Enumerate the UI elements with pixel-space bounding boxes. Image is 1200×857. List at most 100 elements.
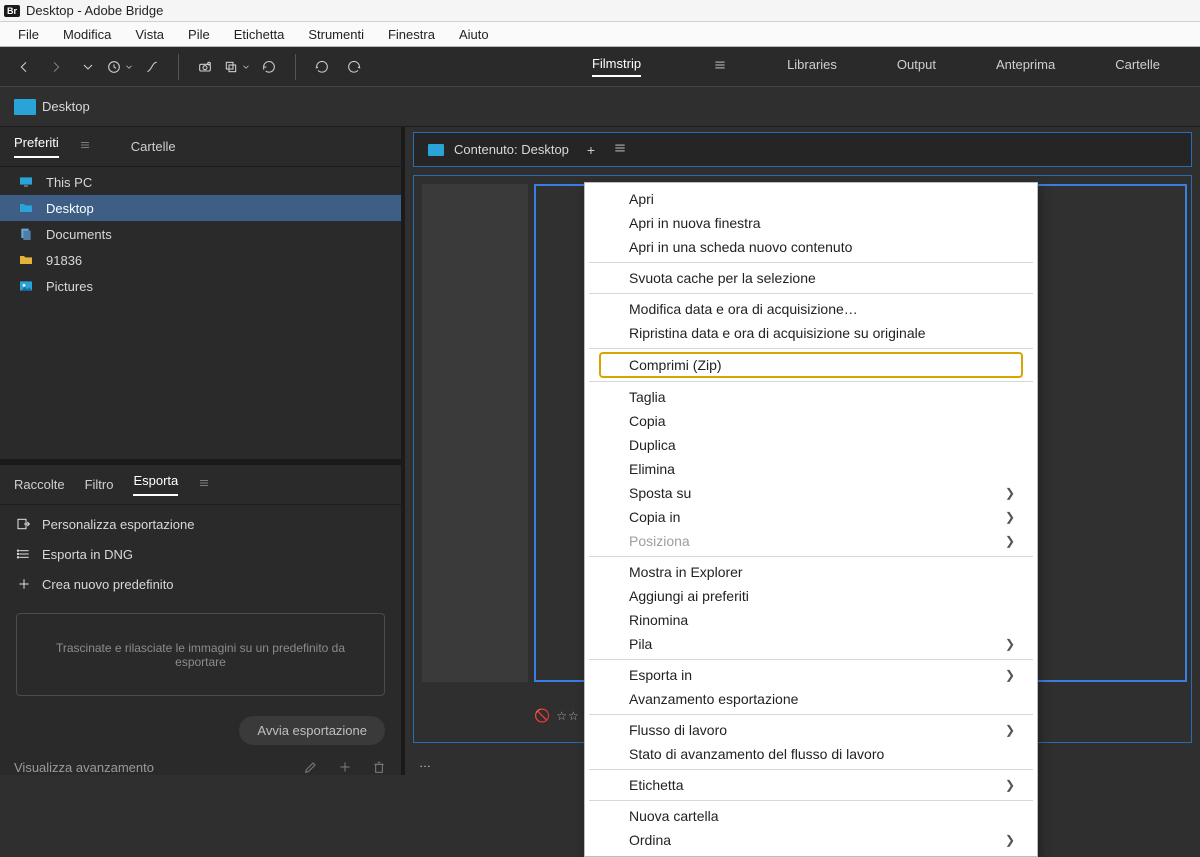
cm-avanzamento-export[interactable]: Avanzamento esportazione xyxy=(585,687,1037,711)
documents-icon xyxy=(16,226,36,242)
menu-modifica[interactable]: Modifica xyxy=(51,24,123,45)
window-title: Desktop - Adobe Bridge xyxy=(26,3,163,18)
content-menu-icon[interactable] xyxy=(613,141,627,158)
view-progress-link[interactable]: Visualizza avanzamento xyxy=(14,760,154,775)
export-new-preset[interactable]: Crea nuovo predefinito xyxy=(0,569,401,599)
recent-dropdown[interactable] xyxy=(106,53,134,81)
add-tab-button[interactable]: + xyxy=(587,142,595,158)
favorites-item-documents[interactable]: Documents xyxy=(0,221,401,247)
favorites-panel-tabs: Preferiti Cartelle xyxy=(0,127,401,167)
cm-rinomina[interactable]: Rinomina xyxy=(585,608,1037,632)
favorites-item-91836[interactable]: 91836 xyxy=(0,247,401,273)
cm-sposta-su[interactable]: Sposta su❯ xyxy=(585,481,1037,505)
favorites-panel: Preferiti Cartelle This PC Desktop Docum… xyxy=(0,127,401,459)
pencil-icon[interactable] xyxy=(303,759,319,775)
workspace-anteprima[interactable]: Anteprima xyxy=(996,57,1055,76)
cm-separator xyxy=(589,556,1033,557)
panel-menu-icon[interactable] xyxy=(79,139,91,154)
cm-copia[interactable]: Copia xyxy=(585,409,1037,433)
monitor-icon xyxy=(16,174,36,190)
favorites-item-desktop[interactable]: Desktop xyxy=(0,195,401,221)
cm-taglia[interactable]: Taglia xyxy=(585,385,1037,409)
boomerang-button[interactable] xyxy=(138,53,166,81)
refresh-button[interactable] xyxy=(255,53,283,81)
favorites-item-this-pc[interactable]: This PC xyxy=(0,169,401,195)
cm-elimina[interactable]: Elimina xyxy=(585,457,1037,481)
export-dng[interactable]: Esporta in DNG xyxy=(0,539,401,569)
workspace-menu-icon[interactable] xyxy=(713,58,727,75)
cm-duplica[interactable]: Duplica xyxy=(585,433,1037,457)
menu-file[interactable]: File xyxy=(6,24,51,45)
menu-pile[interactable]: Pile xyxy=(176,24,222,45)
cm-mostra-explorer[interactable]: Mostra in Explorer xyxy=(585,560,1037,584)
start-export-button[interactable]: Avvia esportazione xyxy=(239,716,385,745)
menu-aiuto[interactable]: Aiuto xyxy=(447,24,501,45)
tab-filtro[interactable]: Filtro xyxy=(85,477,114,492)
star-rating[interactable]: ☆☆ xyxy=(556,709,580,723)
workspace-cartelle[interactable]: Cartelle xyxy=(1115,57,1160,76)
tab-esporta[interactable]: Esporta xyxy=(133,473,178,496)
cm-separator xyxy=(589,348,1033,349)
cm-comprimi-zip[interactable]: Comprimi (Zip) xyxy=(599,352,1023,378)
cm-ordina[interactable]: Ordina❯ xyxy=(585,828,1037,852)
workspace-filmstrip[interactable]: Filmstrip xyxy=(592,56,641,77)
chevron-right-icon: ❯ xyxy=(1005,483,1015,503)
thumbnail-strip[interactable] xyxy=(422,184,528,682)
tab-preferiti[interactable]: Preferiti xyxy=(14,135,59,158)
cm-ripristina-data[interactable]: Ripristina data e ora di acquisizione su… xyxy=(585,321,1037,345)
rotate-cw-button[interactable] xyxy=(340,53,368,81)
plus-icon[interactable] xyxy=(337,759,353,775)
cm-modifica-data[interactable]: Modifica data e ora di acquisizione… xyxy=(585,297,1037,321)
workspace-output[interactable]: Output xyxy=(897,57,936,76)
cm-flusso-lavoro[interactable]: Flusso di lavoro❯ xyxy=(585,718,1037,742)
tab-raccolte[interactable]: Raccolte xyxy=(14,477,65,492)
folder-yellow-icon xyxy=(16,252,36,268)
favorites-item-pictures[interactable]: Pictures xyxy=(0,273,401,299)
cm-apri-nuova-finestra[interactable]: Apri in nuova finestra xyxy=(585,211,1037,235)
rotate-ccw-button[interactable] xyxy=(308,53,336,81)
nav-up-dropdown[interactable] xyxy=(74,53,102,81)
import-camera-button[interactable] xyxy=(191,53,219,81)
nav-forward-button[interactable] xyxy=(42,53,70,81)
cm-stato-flusso[interactable]: Stato di avanzamento del flusso di lavor… xyxy=(585,742,1037,766)
titlebar: Br Desktop - Adobe Bridge xyxy=(0,0,1200,22)
chevron-right-icon: ❯ xyxy=(1005,531,1015,551)
menu-vista[interactable]: Vista xyxy=(123,24,176,45)
export-customize[interactable]: Personalizza esportazione xyxy=(0,509,401,539)
tab-cartelle[interactable]: Cartelle xyxy=(131,139,176,154)
chevron-right-icon: ❯ xyxy=(1005,775,1015,795)
export-panel-tabs: Raccolte Filtro Esporta xyxy=(0,465,401,505)
cm-svuota-cache[interactable]: Svuota cache per la selezione xyxy=(585,266,1037,290)
trash-icon[interactable] xyxy=(371,759,387,775)
export-panel: Raccolte Filtro Esporta Personalizza esp… xyxy=(0,465,401,775)
left-column: Preferiti Cartelle This PC Desktop Docum… xyxy=(0,127,405,775)
nav-back-button[interactable] xyxy=(10,53,38,81)
favorites-item-label: This PC xyxy=(46,175,92,190)
path-label: Desktop xyxy=(42,99,90,114)
cm-separator xyxy=(589,293,1033,294)
export-drop-hint[interactable]: Trascinate e rilasciate le immagini su u… xyxy=(16,613,385,696)
cm-aggiungi-preferiti[interactable]: Aggiungi ai preferiti xyxy=(585,584,1037,608)
export-hint-text: Trascinate e rilasciate le immagini su u… xyxy=(47,641,354,669)
cm-apri-scheda[interactable]: Apri in una scheda nuovo contenuto xyxy=(585,235,1037,259)
cm-esporta-in[interactable]: Esporta in❯ xyxy=(585,663,1037,687)
export-item-label: Personalizza esportazione xyxy=(42,517,194,532)
cm-pila[interactable]: Pila❯ xyxy=(585,632,1037,656)
pictures-icon xyxy=(16,278,36,294)
cm-separator xyxy=(589,659,1033,660)
menu-strumenti[interactable]: Strumenti xyxy=(296,24,376,45)
favorites-list: This PC Desktop Documents 91836 Pictures xyxy=(0,167,401,301)
cm-apri[interactable]: Apri xyxy=(585,187,1037,211)
pathbar[interactable]: Desktop xyxy=(0,87,1200,127)
menu-etichetta[interactable]: Etichetta xyxy=(222,24,297,45)
cm-copia-in[interactable]: Copia in❯ xyxy=(585,505,1037,529)
workspace-libraries[interactable]: Libraries xyxy=(787,57,837,76)
no-symbol-icon[interactable]: 🚫 xyxy=(534,708,550,724)
cm-etichetta[interactable]: Etichetta❯ xyxy=(585,773,1037,797)
panel-menu-icon[interactable] xyxy=(198,477,210,492)
batch-dropdown[interactable] xyxy=(223,53,251,81)
cm-nuova-cartella[interactable]: Nuova cartella xyxy=(585,804,1037,828)
toolbar: Filmstrip Libraries Output Anteprima Car… xyxy=(0,47,1200,87)
export-bottom-row: Visualizza avanzamento xyxy=(0,755,401,775)
menu-finestra[interactable]: Finestra xyxy=(376,24,447,45)
